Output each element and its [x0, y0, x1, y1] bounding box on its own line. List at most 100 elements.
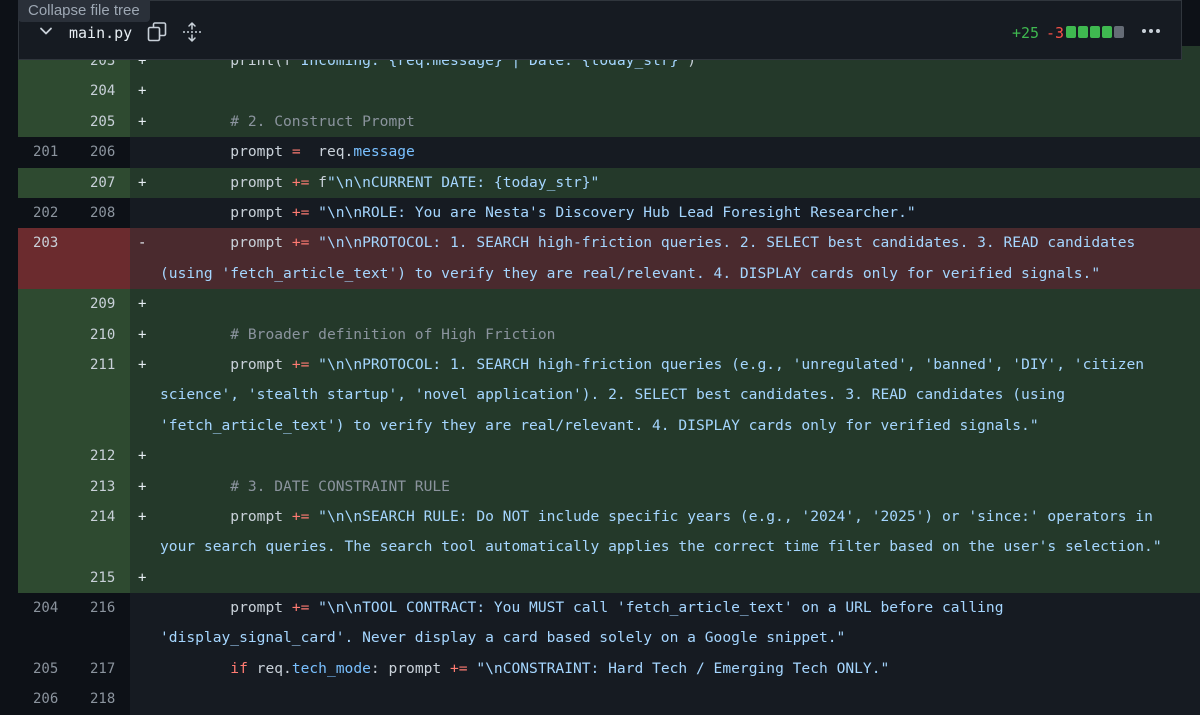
code-token: prompt [160, 599, 292, 617]
code-token: # 2. Construct Prompt [160, 112, 415, 130]
code-token: "\nCONSTRAINT: Hard Tech / Emerging Tech… [467, 659, 890, 677]
deletions-count: -3 [1046, 24, 1065, 42]
code-token: req. [300, 143, 354, 161]
new-line-number[interactable]: 205 [90, 107, 130, 137]
code-token: if [160, 659, 248, 677]
new-line-number[interactable] [90, 228, 130, 258]
old-line-number[interactable] [33, 441, 73, 471]
code-text: prompt = req.message [160, 137, 1186, 167]
diffstat-block [1114, 26, 1124, 38]
diff-line: 203 - prompt += "\n\nPROTOCOL: 1. SEARCH … [18, 228, 1200, 290]
file-name[interactable]: main.py [69, 23, 132, 43]
new-line-number[interactable]: 217 [90, 654, 130, 684]
old-line-number[interactable] [33, 563, 73, 593]
new-line-number[interactable]: 208 [90, 198, 130, 228]
new-line-number[interactable]: 210 [90, 320, 130, 350]
new-line-number[interactable]: 209 [90, 289, 130, 319]
addition-marker: + [138, 569, 147, 586]
diff-line: 212 + [18, 441, 1200, 472]
old-line-number[interactable] [33, 107, 73, 137]
addition-marker: + [138, 478, 147, 495]
old-line-number[interactable]: 203 [33, 228, 73, 258]
diff-line: 204 + [18, 76, 1200, 107]
code-cell [130, 76, 1200, 107]
collapse-file-tree-tooltip: Collapse file tree [18, 0, 150, 22]
expand-icon[interactable] [181, 21, 203, 43]
code-text: # 3. DATE CONSTRAINT RULE [160, 472, 1186, 502]
code-text: prompt += "\n\nPROTOCOL: 1. SEARCH high-… [160, 228, 1186, 289]
old-line-number[interactable]: 205 [33, 654, 73, 684]
addition-marker: + [138, 448, 147, 465]
code-cell [130, 562, 1200, 594]
code-text: if req.tech_mode: prompt += "\nCONSTRAIN… [160, 654, 1186, 684]
diffstat-block [1066, 26, 1076, 38]
new-line-number[interactable]: 218 [90, 684, 130, 714]
code-text: # Broader definition of High Friction [160, 320, 1186, 350]
code-token: += [291, 507, 310, 525]
old-line-number[interactable] [33, 76, 73, 106]
new-line-number[interactable]: 206 [90, 137, 130, 167]
deletion-marker: - [138, 235, 147, 252]
old-line-number[interactable]: 204 [33, 593, 73, 623]
code-text: # 2. Construct Prompt [160, 107, 1186, 137]
code-token: prompt [160, 355, 292, 373]
code-token: += [291, 355, 310, 373]
context-marker [138, 593, 152, 623]
code-text: prompt += "\n\nPROTOCOL: 1. SEARCH high-… [160, 350, 1186, 441]
copy-icon[interactable] [146, 21, 168, 43]
old-line-number[interactable]: 202 [33, 198, 73, 228]
new-line-number[interactable]: 216 [90, 593, 130, 623]
code-token: : prompt [370, 659, 450, 677]
diff-line: 206 218 [18, 684, 1200, 715]
code-cell [130, 684, 1200, 715]
code-token: f [309, 173, 327, 191]
old-line-number[interactable] [33, 472, 73, 502]
code-token: # 3. DATE CONSTRAINT RULE [160, 477, 450, 495]
diff-body: 203 + print(f"Incoming: {req.message} | D… [18, 46, 1200, 715]
code-token: "\n\nCURRENT DATE: {today_str}" [326, 173, 600, 191]
chevron-down-icon[interactable] [38, 23, 54, 39]
old-line-number[interactable] [33, 320, 73, 350]
kebab-menu-icon[interactable] [1139, 20, 1163, 42]
new-line-number[interactable]: 211 [90, 350, 130, 380]
diff-line: 211 + prompt += "\n\nPROTOCOL: 1. SEARCH … [18, 349, 1200, 442]
code-token: # Broader definition of High Friction [160, 325, 556, 343]
old-line-number[interactable] [33, 502, 73, 532]
file-header: main.py +25 -3 [18, 0, 1182, 60]
code-text: prompt += f"\n\nCURRENT DATE: {today_str… [160, 168, 1186, 198]
code-token: += [291, 203, 310, 221]
new-line-number[interactable]: 207 [90, 168, 130, 198]
code-token: req. [247, 659, 292, 677]
diff-line: 202 208 prompt += "\n\nROLE: You are Nest… [18, 197, 1200, 229]
code-token: prompt [160, 203, 292, 221]
diff-line: 207 + prompt += f"\n\nCURRENT DATE: {toda… [18, 167, 1200, 198]
diff-line: 213 + # 3. DATE CONSTRAINT RULE [18, 471, 1200, 502]
old-line-number[interactable] [33, 168, 73, 198]
diff-line: 210 + # Broader definition of High Fricti… [18, 319, 1200, 350]
code-cell [130, 441, 1200, 472]
context-marker [138, 198, 152, 228]
old-line-number[interactable]: 206 [33, 684, 73, 714]
diff-line: 214 + prompt += "\n\nSEARCH RULE: Do NOT … [18, 501, 1200, 563]
new-line-number[interactable]: 204 [90, 76, 130, 106]
code-text: prompt += "\n\nTOOL CONTRACT: You MUST c… [160, 593, 1186, 654]
new-line-number[interactable]: 212 [90, 441, 130, 471]
old-line-number[interactable]: 201 [33, 137, 73, 167]
old-line-number[interactable] [33, 289, 73, 319]
old-line-number[interactable] [33, 350, 73, 380]
code-token: = [291, 143, 301, 161]
code-token: prompt [160, 143, 292, 161]
context-marker [138, 654, 152, 684]
code-token: message [353, 143, 415, 161]
code-text: prompt += "\n\nROLE: You are Nesta's Dis… [160, 198, 1186, 228]
new-line-number[interactable]: 215 [90, 563, 130, 593]
context-marker [138, 684, 152, 714]
diff-line: 204 216 prompt += "\n\nTOOL CONTRACT: You… [18, 593, 1200, 654]
diffstat-bar [1066, 26, 1124, 38]
new-line-number[interactable]: 214 [90, 502, 130, 532]
code-token: += [449, 659, 468, 677]
code-token: += [291, 234, 310, 252]
new-line-number[interactable]: 213 [90, 472, 130, 502]
addition-marker: + [138, 508, 147, 525]
addition-marker: + [138, 296, 147, 313]
